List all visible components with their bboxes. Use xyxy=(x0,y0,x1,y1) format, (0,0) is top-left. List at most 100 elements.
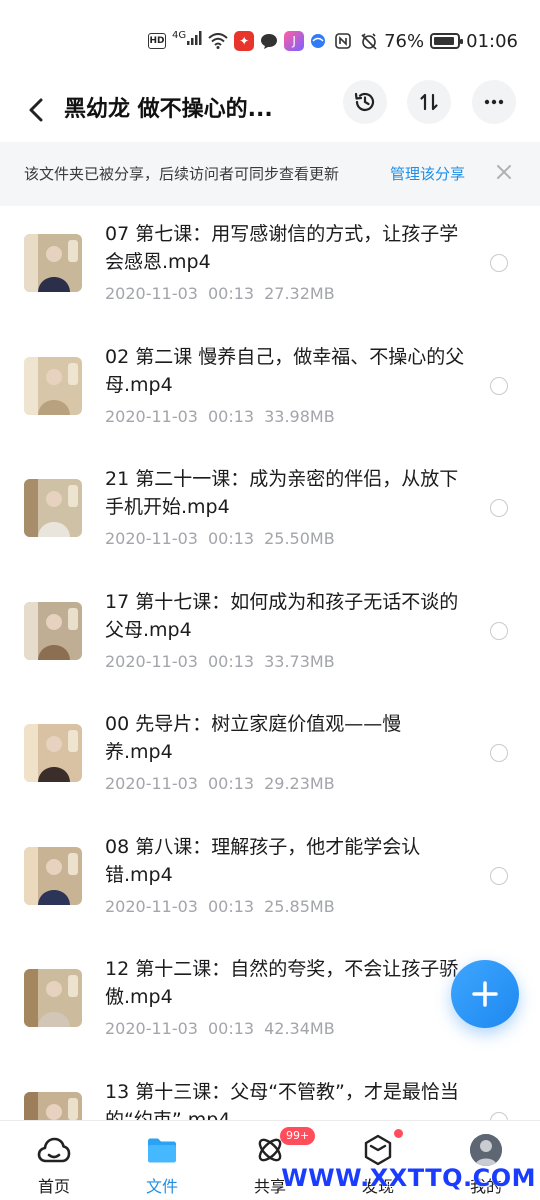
file-size: 29.23MB xyxy=(264,774,335,793)
file-size: 27.32MB xyxy=(264,284,335,303)
file-time: 00:13 xyxy=(207,529,255,548)
select-checkbox[interactable] xyxy=(490,621,508,640)
select-checkbox[interactable] xyxy=(490,744,508,762)
file-row[interactable]: 13 第十三课：父母“不管教”，才是最恰当的“约束”.mp4 xyxy=(0,1064,540,1121)
folder-icon xyxy=(145,1133,179,1167)
bottom-navigation: 首页 文件 共享 99+ 发现 我的 WWW.XXTTQ.COM xyxy=(0,1120,540,1200)
add-button[interactable] xyxy=(451,960,519,1028)
network-type-label: 4G xyxy=(171,30,187,41)
manage-share-link[interactable]: 管理该分享 xyxy=(390,142,465,206)
battery-percent: 76% xyxy=(384,30,425,52)
file-meta: 2020-11-03 00:13 29.23MB xyxy=(105,774,345,793)
alarm-off-icon xyxy=(360,32,378,50)
file-date: 2020-11-03 xyxy=(105,896,198,916)
watermark: WWW.XXTTQ.COM xyxy=(281,1164,536,1192)
notification-dot xyxy=(394,1129,403,1138)
share-banner: 该文件夹已被分享，后续访问者可同步查看更新 管理该分享 xyxy=(0,142,540,206)
file-time: 00:13 xyxy=(207,406,255,426)
video-thumbnail xyxy=(24,479,82,537)
file-name: 00 先导片：树立家庭价值观——慢养.mp4 xyxy=(105,713,402,763)
battery-icon xyxy=(430,33,464,49)
back-button[interactable] xyxy=(20,88,52,132)
file-time: 00:13 xyxy=(207,774,255,793)
page-title: 黑幼龙 做不操心的... xyxy=(64,97,273,122)
app-notification-icon: ✦ xyxy=(234,31,255,51)
clock: 01:06 xyxy=(466,30,518,52)
file-row[interactable]: 00 先导片：树立家庭价值观——慢养.mp4 2020-11-03 00:13 29.… xyxy=(0,696,540,819)
video-thumbnail xyxy=(24,601,82,660)
file-meta: 2020-11-03 00:13 33.73MB xyxy=(105,652,345,671)
sort-button[interactable] xyxy=(407,80,451,124)
status-icons: HD 4G ✦ J 76% 01:06 xyxy=(147,28,518,54)
nav-item-files[interactable]: 文件 xyxy=(108,1121,216,1200)
select-checkbox[interactable] xyxy=(490,499,508,517)
file-date: 2020-11-03 xyxy=(105,774,198,793)
file-size: 25.85MB xyxy=(264,896,335,916)
file-date: 2020-11-03 xyxy=(105,284,198,303)
nav-item-home[interactable]: 首页 xyxy=(0,1121,108,1200)
history-button[interactable] xyxy=(343,80,387,124)
file-name: 21 第二十一课：成为亲密的伴侣，从放下手机开始.mp4 xyxy=(105,468,459,518)
share-banner-text: 该文件夹已被分享，后续访问者可同步查看更新 xyxy=(24,165,340,183)
file-meta: 2020-11-03 00:13 25.85MB xyxy=(105,897,345,916)
file-name: 12 第十二课：自然的夸奖，不会让孩子骄傲.mp4 xyxy=(105,958,459,1008)
file-meta: 2020-11-03 00:13 27.32MB xyxy=(105,284,345,303)
nfc-icon xyxy=(332,32,354,50)
file-meta: 2020-11-03 00:13 42.34MB xyxy=(105,1019,345,1038)
file-date: 2020-11-03 xyxy=(105,651,198,671)
app-notification-icon: J xyxy=(284,31,305,51)
file-size: 33.73MB xyxy=(264,651,335,671)
file-size: 33.98MB xyxy=(264,406,335,426)
video-thumbnail xyxy=(24,356,82,415)
select-checkbox[interactable] xyxy=(490,866,508,885)
file-date: 2020-11-03 xyxy=(105,406,198,426)
file-row[interactable]: 17 第十七课：如何成为和孩子无话不谈的父母.mp4 2020-11-03 00:1… xyxy=(0,574,540,697)
notification-badge: 99+ xyxy=(280,1127,316,1145)
wifi-icon xyxy=(208,33,228,49)
close-banner-button[interactable] xyxy=(492,162,516,186)
file-time: 00:13 xyxy=(207,651,255,671)
video-thumbnail xyxy=(24,724,82,782)
file-time: 00:13 xyxy=(207,284,255,303)
video-thumbnail xyxy=(24,846,82,905)
plus-icon xyxy=(472,981,498,1007)
file-size: 25.50MB xyxy=(264,529,335,548)
close-icon xyxy=(497,165,511,179)
file-name: 17 第十七课：如何成为和孩子无话不谈的父母.mp4 xyxy=(105,590,459,641)
select-checkbox[interactable] xyxy=(490,1111,508,1120)
cube-icon xyxy=(361,1133,395,1167)
nav-label-files: 文件 xyxy=(145,1177,178,1196)
nav-label-home: 首页 xyxy=(37,1177,70,1196)
cellular-signal-icon: 4G xyxy=(172,30,202,52)
file-name: 07 第七课：用写感谢信的方式，让孩子学会感恩.mp4 xyxy=(105,223,459,273)
file-row[interactable]: 08 第八课：理解孩子，他才能学会认错.mp4 2020-11-03 00:13 25… xyxy=(0,819,540,942)
file-meta: 2020-11-03 00:13 33.98MB xyxy=(105,407,345,426)
back-arrow-icon xyxy=(29,98,43,122)
hd-icon: HD xyxy=(147,33,166,49)
file-row[interactable]: 07 第七课：用写感谢信的方式，让孩子学会感恩.mp4 2020-11-03 00:… xyxy=(0,206,540,329)
file-name: 13 第十三课：父母“不管教”，才是最恰当的“约束”.mp4 xyxy=(105,1080,459,1121)
file-row[interactable]: 21 第二十一课：成为亲密的伴侣，从放下手机开始.mp4 2020-11-03 00… xyxy=(0,451,540,574)
video-thumbnail xyxy=(24,969,82,1027)
file-meta: 2020-11-03 00:13 25.50MB xyxy=(105,529,345,548)
file-row[interactable]: 02 第二课 慢养自己，做幸福、不操心的父母.mp4 2020-11-03 00:1… xyxy=(0,329,540,452)
video-thumbnail xyxy=(24,234,82,292)
browser-icon xyxy=(310,33,326,49)
sort-icon xyxy=(420,93,438,111)
select-checkbox[interactable] xyxy=(490,376,508,395)
history-icon xyxy=(354,92,375,111)
avatar xyxy=(469,1133,503,1167)
more-options-button[interactable] xyxy=(472,80,516,124)
file-time: 00:13 xyxy=(207,1019,255,1038)
chat-bubble-icon xyxy=(260,32,278,50)
more-dots-icon xyxy=(484,99,504,105)
file-time: 00:13 xyxy=(207,896,255,916)
top-app-bar: 黑幼龙 做不操心的... xyxy=(0,78,540,142)
file-name: 08 第八课：理解孩子，他才能学会认错.mp4 xyxy=(105,835,421,886)
file-name: 02 第二课 慢养自己，做幸福、不操心的父母.mp4 xyxy=(105,345,465,396)
file-date: 2020-11-03 xyxy=(105,529,198,548)
video-thumbnail xyxy=(24,1091,82,1120)
select-checkbox[interactable] xyxy=(490,254,508,272)
file-date: 2020-11-03 xyxy=(105,1019,198,1038)
cloud-home-icon xyxy=(37,1133,71,1167)
